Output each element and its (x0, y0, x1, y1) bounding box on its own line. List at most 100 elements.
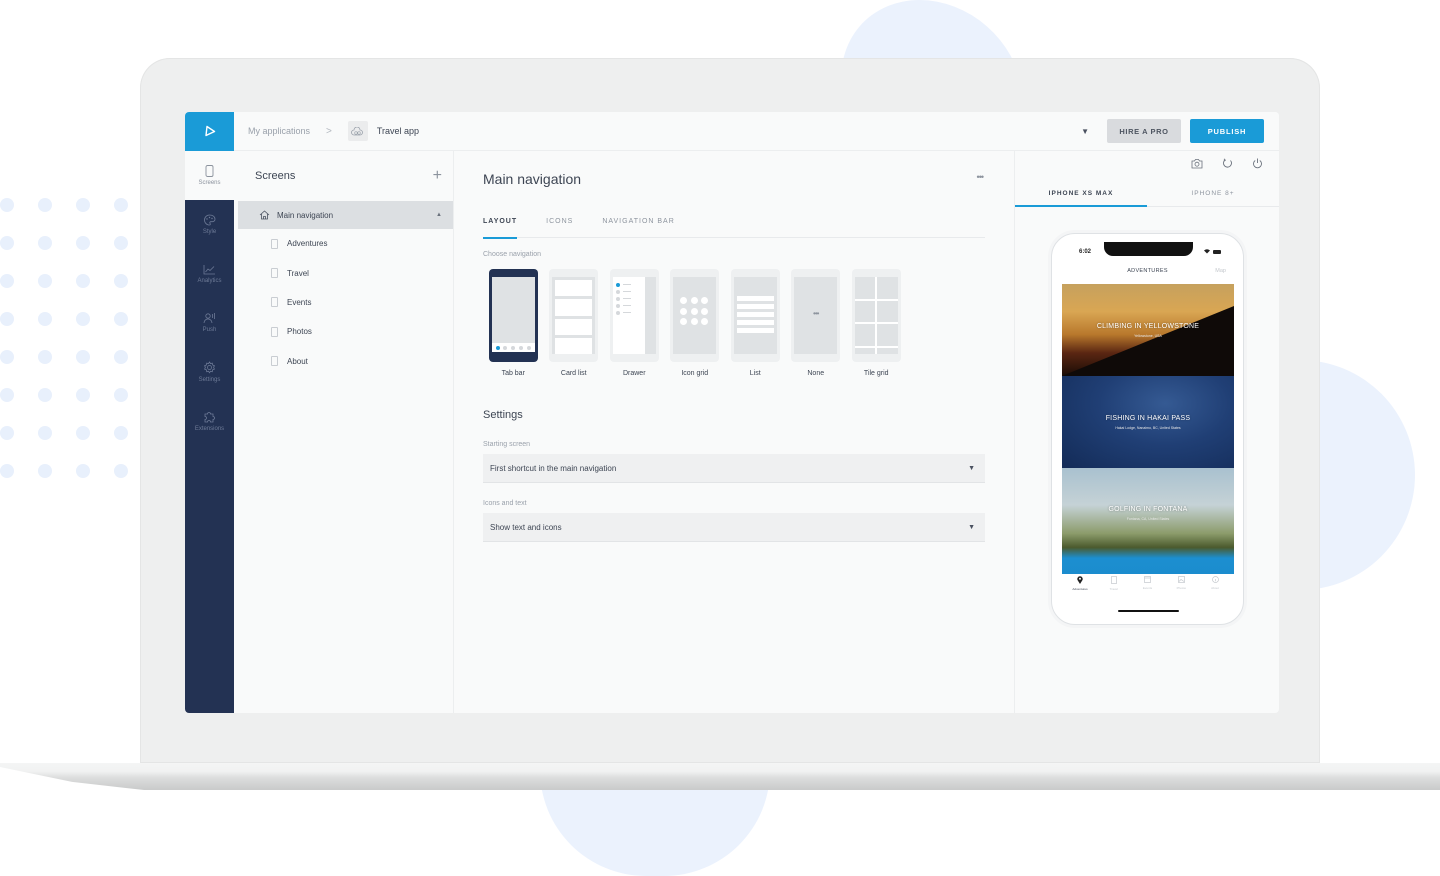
screen-item-events[interactable]: Events (234, 288, 453, 317)
app-menu-dropdown-icon[interactable]: ▼ (1081, 127, 1089, 136)
icons-and-text-select[interactable]: Show text and icons ▼ (483, 513, 985, 542)
phone-tab-about[interactable]: About (1203, 576, 1227, 591)
map-pin-icon (1077, 576, 1083, 584)
screen-item-about[interactable]: About (234, 347, 453, 376)
phone-tab-label: Travel (1109, 587, 1118, 591)
breadcrumb-separator: > (326, 125, 332, 137)
screen-item-label: Adventures (287, 239, 328, 249)
more-options-button[interactable]: ••• (977, 172, 985, 182)
layout-option-tile-grid[interactable]: Tile grid (846, 269, 907, 377)
tab-navigation-bar[interactable]: NAVIGATION BAR (602, 214, 674, 238)
layout-options: Tab bar Card list Drawer Icon grid List … (483, 269, 907, 377)
page: My applications > Travel app ▼ HIRE A PR… (0, 0, 1440, 876)
screen-item-label: Photos (287, 327, 312, 337)
page-icon (271, 326, 278, 337)
tab-iphone-xs-max[interactable]: IPHONE XS MAX (1015, 181, 1147, 207)
editor-panel: Main navigation ••• LAYOUT ICONS NAVIGAT… (454, 151, 1015, 713)
screen-item-travel[interactable]: Travel (234, 258, 453, 287)
phone-tab-label: Events (1142, 586, 1153, 590)
icon-grid-thumbnail (670, 269, 720, 362)
rail-label: Settings (198, 376, 221, 383)
phone-status-icons (1204, 249, 1222, 254)
phone-tab-photos[interactable]: Photos (1169, 576, 1193, 591)
background-dot-grid (0, 198, 128, 478)
phone-tab-adventures[interactable]: Adventures (1068, 576, 1092, 591)
phone-icon (205, 165, 214, 177)
starting-screen-label: Starting screen (483, 441, 531, 448)
image-icon (1177, 576, 1185, 583)
screen-item-photos[interactable]: Photos (234, 317, 453, 346)
icons-and-text-label: Icons and text (483, 500, 527, 507)
layout-option-label: List (749, 370, 761, 377)
power-icon[interactable] (1251, 157, 1263, 169)
app-thumbnail (347, 121, 368, 141)
rail-item-analytics[interactable]: Analytics (185, 249, 234, 298)
screen-item-adventures[interactable]: Adventures (234, 229, 453, 258)
phone-tab-label: About (1211, 586, 1219, 590)
rail-label: Analytics (197, 277, 222, 284)
collapse-icon[interactable]: ▲ (436, 212, 442, 218)
adventure-card[interactable]: CLIMBING IN YELLOWSTONE Yellowstone, USA (1062, 284, 1234, 376)
rail-item-push[interactable]: Push (185, 298, 234, 347)
gear-icon (204, 360, 215, 374)
phone-tabbar: Adventures Travel Events Photos About (1062, 576, 1233, 591)
device-tabs: IPHONE XS MAX IPHONE 8+ (1015, 181, 1279, 207)
chevron-down-icon: ▼ (968, 523, 975, 531)
breadcrumb-my-applications[interactable]: My applications (248, 126, 310, 136)
adventure-card[interactable]: FISHING IN HAKAI PASS Hakai Lodge, Nanai… (1062, 376, 1234, 468)
puzzle-icon (204, 411, 215, 422)
publish-button[interactable]: PUBLISH (1190, 119, 1264, 143)
hire-a-pro-button[interactable]: HIRE A PRO (1107, 119, 1181, 143)
camera-icon[interactable] (1191, 157, 1203, 169)
layout-option-label: Card list (560, 370, 587, 377)
rail-item-settings[interactable]: Settings (185, 347, 234, 396)
layout-option-card-list[interactable]: Card list (544, 269, 605, 377)
phone-tab-travel[interactable]: Travel (1102, 576, 1126, 591)
adventure-card[interactable]: GOLFING IN FONTANA Fontana, CA, United S… (1062, 468, 1234, 574)
palette-icon (204, 214, 216, 226)
chart-icon (203, 264, 215, 274)
rail-item-screens[interactable]: Screens (185, 151, 234, 200)
home-icon (259, 210, 270, 220)
layout-option-label: Icon grid (681, 370, 709, 377)
logo[interactable] (185, 112, 234, 151)
layout-option-label: Tile grid (863, 370, 889, 377)
tab-iphone-8-plus[interactable]: IPHONE 8+ (1147, 181, 1279, 206)
calendar-icon (1144, 576, 1151, 583)
layout-option-drawer[interactable]: Drawer (604, 269, 665, 377)
phone-map-link[interactable]: Map (1215, 268, 1226, 274)
card-title: GOLFING IN FONTANA (1108, 506, 1188, 513)
cloud-icon (351, 126, 364, 135)
tab-bar-thumbnail (488, 269, 538, 362)
card-subtitle: Hakai Lodge, Nanaimo, BC, United States (1115, 425, 1181, 430)
editor-title: Main navigation (483, 171, 582, 187)
rail-item-extensions[interactable]: Extensions (185, 396, 234, 445)
layout-option-none[interactable]: ••• None (786, 269, 847, 377)
list-thumbnail (730, 269, 780, 362)
add-screen-button[interactable]: + (433, 167, 442, 185)
layout-option-icon-grid[interactable]: Icon grid (665, 269, 726, 377)
home-indicator (1118, 610, 1179, 612)
refresh-icon[interactable] (1221, 157, 1233, 169)
layout-option-list[interactable]: List (725, 269, 786, 377)
settings-title: Settings (483, 409, 523, 421)
tab-layout[interactable]: LAYOUT (483, 214, 518, 239)
left-rail: Screens Style Analytics Push Settings Ex… (185, 151, 234, 713)
page-icon (271, 268, 278, 279)
layout-option-tab-bar[interactable]: Tab bar (483, 269, 544, 377)
drawer-thumbnail (609, 269, 659, 362)
none-thumbnail: ••• (791, 269, 841, 362)
phone-time: 6:02 (1079, 249, 1092, 255)
logo-icon (204, 125, 215, 137)
rail-label: Push (202, 327, 217, 333)
app-window: My applications > Travel app ▼ HIRE A PR… (185, 112, 1279, 713)
page-icon (271, 238, 278, 249)
starting-screen-select[interactable]: First shortcut in the main navigation ▼ (483, 454, 985, 483)
rail-label: Extensions (194, 425, 225, 432)
screen-item-main-navigation[interactable]: Main navigation ▲ (238, 201, 453, 229)
phone-preview: 6:02 ADVENTURES Map CLIMBING IN YELLOWST… (1051, 233, 1244, 625)
rail-item-style[interactable]: Style (185, 200, 234, 249)
phone-tab-events[interactable]: Events (1136, 576, 1160, 591)
tab-icons[interactable]: ICONS (546, 214, 573, 238)
document-icon (1110, 576, 1117, 584)
